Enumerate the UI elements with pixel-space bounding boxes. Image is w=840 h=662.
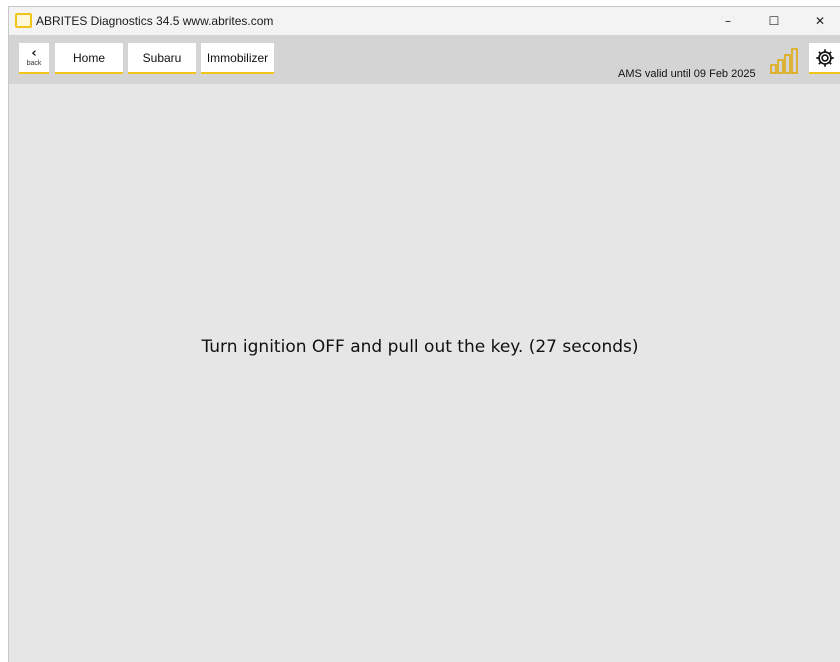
- back-button[interactable]: ‹ back: [19, 43, 49, 74]
- maximize-button[interactable]: ☐: [751, 7, 797, 35]
- chevron-left-icon: ‹: [31, 45, 37, 61]
- breadcrumb-home[interactable]: Home: [55, 43, 123, 74]
- close-button[interactable]: ✕: [797, 7, 840, 35]
- window-title: ABRITES Diagnostics 34.5 www.abrites.com: [36, 14, 274, 28]
- breadcrumb-subaru[interactable]: Subaru: [128, 43, 196, 74]
- navigation-toolbar: ‹ back Home Subaru Immobilizer AMS valid…: [9, 35, 840, 84]
- minimize-button[interactable]: –: [705, 7, 751, 35]
- desktop-edge: [0, 6, 8, 662]
- gear-icon: [816, 48, 834, 67]
- app-window: ABRITES Diagnostics 34.5 www.abrites.com…: [8, 6, 840, 662]
- abrites-logo-icon: [15, 13, 32, 28]
- back-label: back: [26, 59, 42, 67]
- settings-button[interactable]: [809, 43, 840, 74]
- instruction-message: Turn ignition OFF and pull out the key. …: [201, 337, 639, 357]
- signal-strength-icon: [770, 48, 798, 74]
- breadcrumb-immobilizer[interactable]: Immobilizer: [201, 43, 274, 74]
- ams-status: AMS valid until 09 Feb 2025: [618, 68, 756, 80]
- title-bar: ABRITES Diagnostics 34.5 www.abrites.com…: [9, 7, 840, 35]
